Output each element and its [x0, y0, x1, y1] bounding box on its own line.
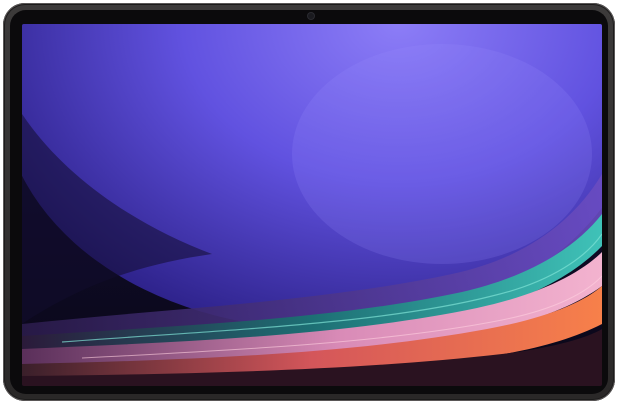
sphere-highlight	[292, 44, 592, 264]
tablet-device	[3, 3, 615, 401]
wallpaper	[22, 24, 602, 386]
front-camera	[308, 13, 314, 19]
tablet-screen[interactable]	[22, 24, 602, 386]
